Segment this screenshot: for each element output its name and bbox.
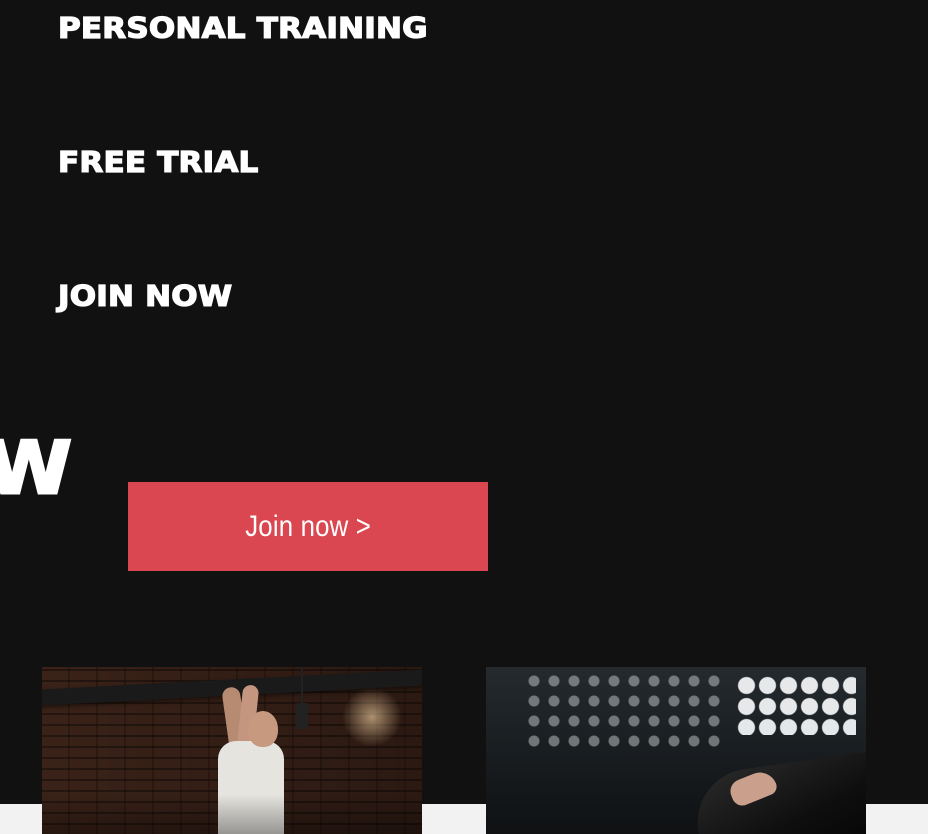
bright-round-lights	[736, 675, 856, 735]
marquee-text-fragment: W	[0, 431, 73, 506]
menu-link-join-now[interactable]: JOIN NOW	[57, 279, 232, 313]
trainer-head	[248, 711, 278, 747]
menu-link-personal-training[interactable]: PERSONAL TRAINING	[57, 11, 428, 45]
gym-trainer-photo-card[interactable]	[42, 667, 422, 834]
lamp-cord	[301, 667, 303, 705]
round-lights-wall	[524, 671, 724, 751]
join-now-button[interactable]: Join now >	[128, 482, 488, 571]
menu-link-free-trial[interactable]: FREE TRIAL	[57, 145, 259, 179]
lamp-glow	[342, 687, 402, 747]
join-now-button-label: Join now >	[245, 509, 371, 543]
gym-lights-photo-card[interactable]	[486, 667, 866, 834]
hanging-lamp-icon	[296, 703, 308, 729]
photo-shadow	[42, 794, 422, 834]
